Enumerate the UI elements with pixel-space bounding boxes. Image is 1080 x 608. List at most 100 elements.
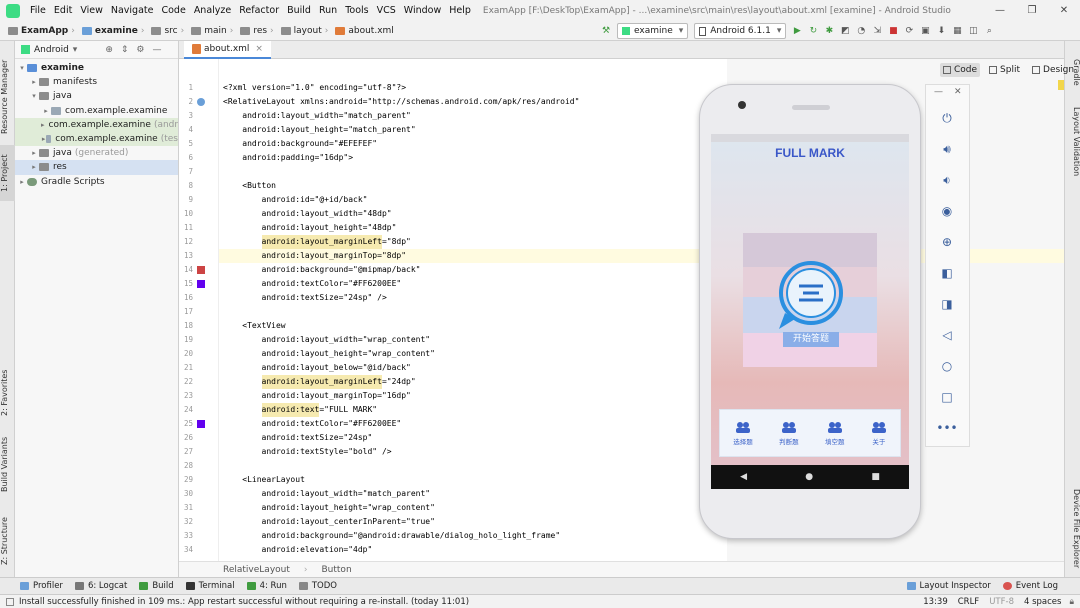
- class-marker-icon[interactable]: [197, 98, 205, 106]
- status-toggle-icon[interactable]: [6, 597, 14, 606]
- tool-logcat[interactable]: 6: Logcat: [74, 581, 127, 591]
- tab-device-file-explorer[interactable]: Device File Explorer: [1066, 489, 1080, 569]
- code-line[interactable]: android:background="#EFEFEF": [223, 137, 377, 151]
- restore-button[interactable]: ❐: [1016, 0, 1048, 21]
- hide-icon[interactable]: —: [153, 45, 162, 55]
- locate-icon[interactable]: ⊕: [105, 45, 113, 55]
- make-hammer-icon[interactable]: ⚒: [598, 23, 614, 39]
- tree-item-package-test[interactable]: ▸ com.example.examine (tes: [15, 131, 178, 147]
- tab-about[interactable]: 关于: [871, 421, 887, 446]
- code-line[interactable]: android:layout_width="wrap_content": [223, 333, 431, 347]
- debug-icon[interactable]: ✱: [821, 23, 837, 39]
- close-tab-icon[interactable]: ×: [255, 44, 263, 54]
- tab-about-xml[interactable]: about.xml ×: [184, 41, 271, 59]
- close-button[interactable]: ✕: [1048, 0, 1080, 21]
- menu-help[interactable]: Help: [445, 5, 475, 16]
- start-quiz-button[interactable]: 开始答题: [783, 332, 839, 347]
- code-line[interactable]: android:layout_marginTop="8dp": [223, 249, 407, 263]
- code-line[interactable]: android:layout_marginLeft="24dp": [223, 375, 416, 389]
- menu-code[interactable]: Code: [157, 5, 189, 16]
- sdk-manager-icon[interactable]: ⬇: [933, 23, 949, 39]
- caret-position[interactable]: 13:39: [923, 597, 948, 607]
- rotate-left-icon[interactable]: ◧: [936, 264, 958, 282]
- code-line[interactable]: android:textColor="#FF6200EE": [223, 277, 402, 291]
- code-line[interactable]: <RelativeLayout xmlns:android="http://sc…: [223, 95, 579, 109]
- crumb-main[interactable]: main ›: [189, 26, 238, 36]
- code-line[interactable]: <LinearLayout: [223, 473, 305, 487]
- tree-item-res[interactable]: ▸ res: [15, 160, 178, 175]
- tab-favorites[interactable]: 2: Favorites: [0, 363, 15, 423]
- tool-build[interactable]: Build: [139, 581, 174, 591]
- tool-profiler[interactable]: Profiler: [20, 581, 63, 591]
- rotate-right-icon[interactable]: ◨: [936, 295, 958, 313]
- mode-code-button[interactable]: Code: [940, 63, 981, 77]
- nav-recents-button[interactable]: ■: [871, 472, 880, 482]
- menu-view[interactable]: View: [76, 5, 107, 16]
- menu-analyze[interactable]: Analyze: [190, 5, 235, 16]
- line-separator[interactable]: CRLF: [958, 597, 979, 607]
- code-editor[interactable]: 1 2 3 4 5 6 7 8 9 10 11 12 13 14 15 16 17 18 19 20 21 22 23 24 2…: [179, 59, 727, 561]
- status-message[interactable]: Install successfully finished in 109 ms.…: [19, 597, 469, 607]
- project-view-select[interactable]: Android: [34, 45, 69, 55]
- code-line[interactable]: android:textSize="24sp" />: [223, 291, 387, 305]
- menu-run[interactable]: Run: [315, 5, 341, 16]
- stop-icon[interactable]: ■: [885, 23, 901, 39]
- gear-icon[interactable]: ⚙: [136, 45, 144, 55]
- code-line[interactable]: android:layout_marginLeft="8dp": [223, 235, 411, 249]
- collapse-icon[interactable]: ⇕: [121, 45, 129, 55]
- code-line[interactable]: android:layout_height="wrap_content": [223, 347, 435, 361]
- run-icon[interactable]: ▶: [789, 23, 805, 39]
- code-line[interactable]: android:background="@mipmap/back": [223, 263, 421, 277]
- breadcrumb-relativelayout[interactable]: RelativeLayout: [223, 565, 290, 575]
- nav-home-button[interactable]: ●: [805, 472, 813, 482]
- volume-up-icon[interactable]: 🔊︎: [936, 140, 958, 158]
- overview-icon[interactable]: □: [936, 388, 958, 406]
- tool-todo[interactable]: TODO: [298, 581, 337, 591]
- mode-split-button[interactable]: Split: [986, 63, 1023, 77]
- code-line[interactable]: <?xml version="1.0" encoding="utf-8"?>: [223, 81, 406, 95]
- attach-debugger-icon[interactable]: ⇲: [869, 23, 885, 39]
- profile-icon[interactable]: ◔: [853, 23, 869, 39]
- tab-build-variants[interactable]: Build Variants: [0, 436, 15, 492]
- tree-item-gradle-scripts[interactable]: ▸ Gradle Scripts: [15, 175, 178, 189]
- code-line[interactable]: android:textStyle="bold" />: [223, 445, 392, 459]
- code-line[interactable]: android:layout_width="48dp": [223, 207, 392, 221]
- menu-vcs[interactable]: VCS: [373, 5, 400, 16]
- minimize-button[interactable]: —: [984, 0, 1016, 21]
- code-line[interactable]: android:layout_below="@id/back": [223, 361, 411, 375]
- tab-project[interactable]: 1: Project: [0, 145, 15, 201]
- indent-setting[interactable]: 4 spaces: [1024, 597, 1061, 607]
- tool-event-log[interactable]: Event Log: [1002, 581, 1058, 591]
- emulator-close-button[interactable]: ✕: [954, 87, 962, 97]
- more-icon[interactable]: •••: [936, 419, 958, 437]
- crumb-layout[interactable]: layout ›: [279, 26, 334, 36]
- tree-item-manifests[interactable]: ▸ manifests: [15, 75, 178, 89]
- crumb-project[interactable]: ExamApp ›: [6, 26, 80, 36]
- code-line[interactable]: android:layout_marginTop="16dp": [223, 389, 411, 403]
- sync-icon[interactable]: ⟳: [901, 23, 917, 39]
- menu-file[interactable]: File: [26, 5, 50, 16]
- tab-judge[interactable]: 判断题: [779, 421, 799, 446]
- nav-back-button[interactable]: ◀: [740, 472, 747, 482]
- color-swatch-icon[interactable]: [197, 420, 205, 428]
- power-icon[interactable]: ⏻: [936, 109, 958, 127]
- code-line[interactable]: android:layout_width="match_parent": [223, 487, 431, 501]
- code-line[interactable]: android:textColor="#FF6200EE": [223, 417, 402, 431]
- avd-manager-icon[interactable]: ▣: [917, 23, 933, 39]
- crumb-src[interactable]: src ›: [149, 26, 189, 36]
- search-icon[interactable]: ⌕: [981, 23, 997, 39]
- code-line[interactable]: android:id="@+id/back": [223, 193, 368, 207]
- tab-choice[interactable]: 选择题: [733, 421, 753, 446]
- color-swatch-icon[interactable]: [197, 280, 205, 288]
- crumb-file[interactable]: about.xml: [333, 26, 395, 36]
- code-line[interactable]: android:elevation="4dp": [223, 543, 373, 557]
- image-preview-icon[interactable]: [197, 266, 205, 274]
- tree-item-java-generated[interactable]: ▸ java (generated): [15, 146, 178, 160]
- breadcrumb-button[interactable]: Button: [322, 565, 352, 575]
- layout-icon[interactable]: ◫: [965, 23, 981, 39]
- menu-edit[interactable]: Edit: [50, 5, 76, 16]
- emulator-minimize-button[interactable]: —: [934, 87, 943, 97]
- tab-structure[interactable]: Z: Structure: [0, 513, 15, 569]
- code-line[interactable]: <Button: [223, 179, 276, 193]
- lock-icon[interactable]: 🔒︎: [1069, 597, 1074, 607]
